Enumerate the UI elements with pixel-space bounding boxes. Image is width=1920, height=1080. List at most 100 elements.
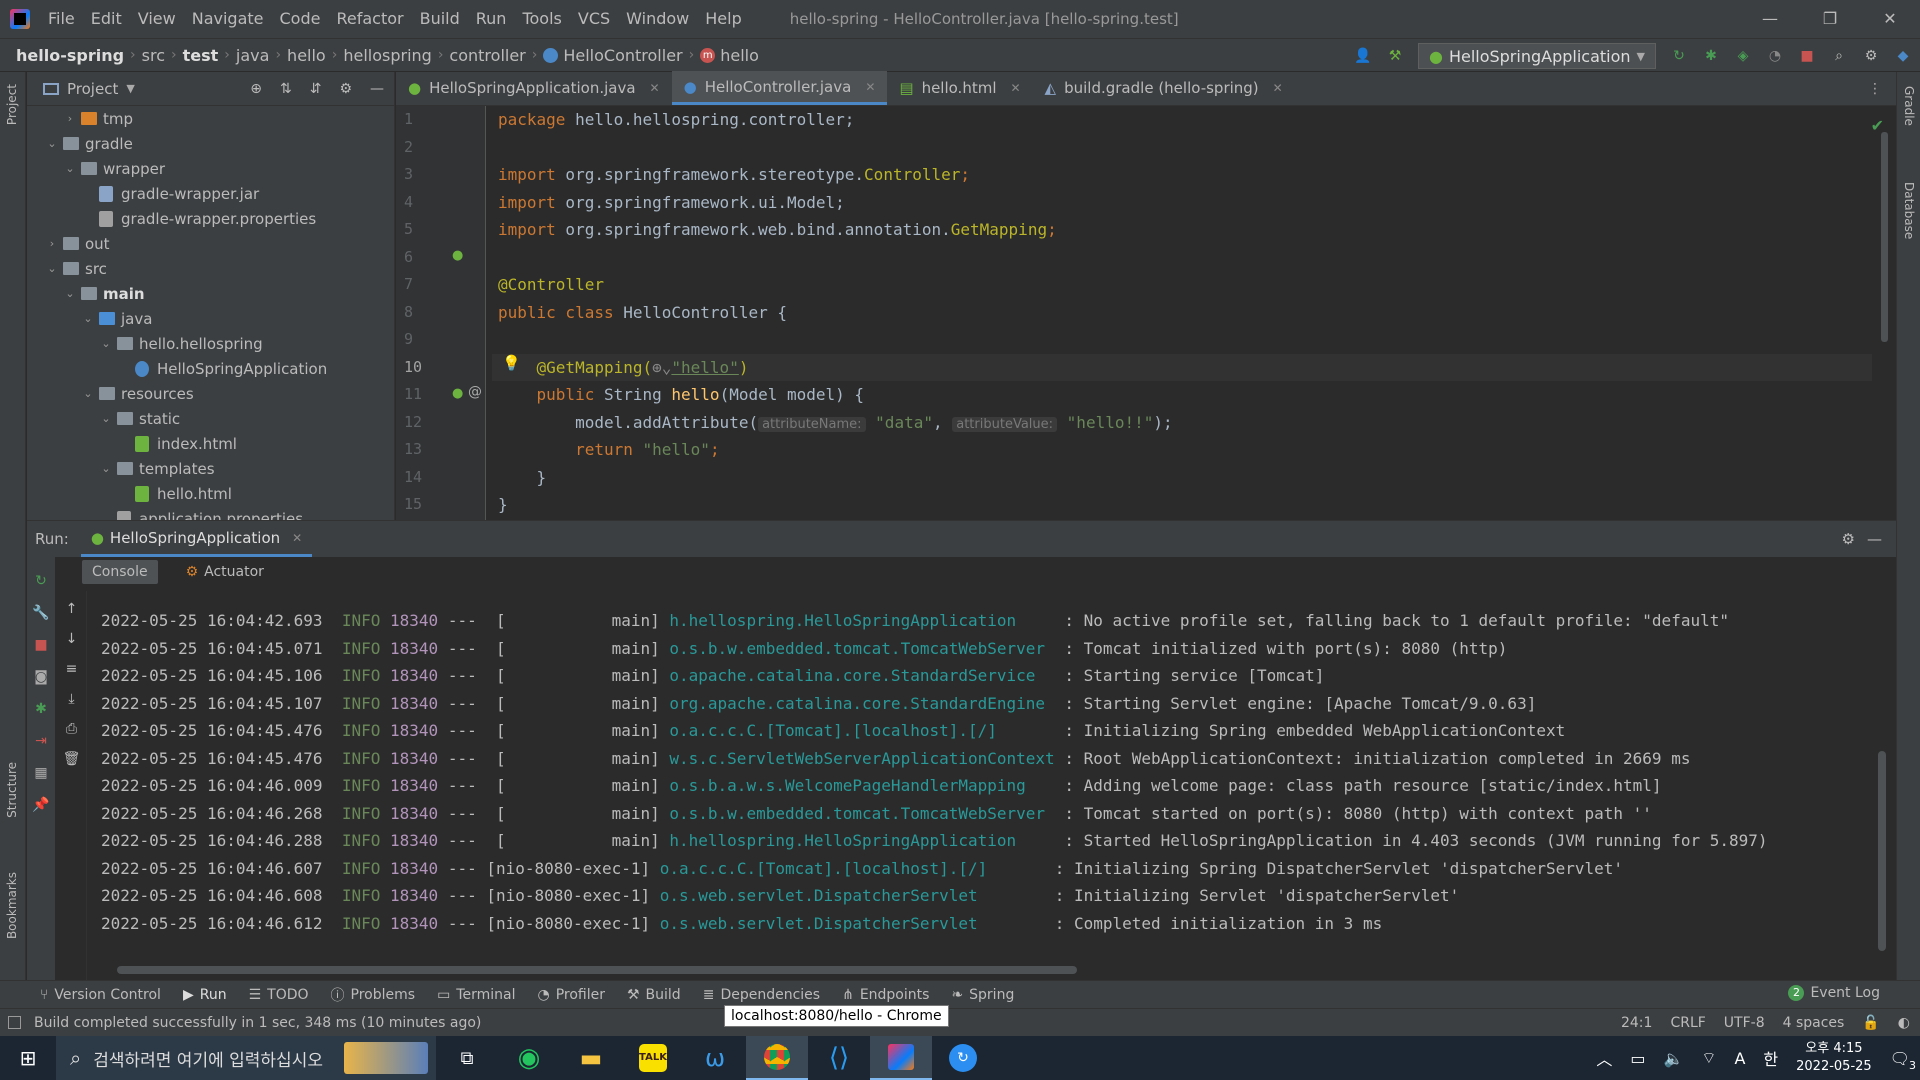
collapse-all-icon[interactable]: ⇵ [310, 81, 322, 97]
chevron-down-icon[interactable]: ⌄ [59, 287, 81, 300]
stop-icon[interactable]: ■ [34, 637, 47, 653]
tree-item[interactable]: › tmp [27, 106, 394, 131]
gear-icon[interactable]: ⚙ [1842, 530, 1855, 548]
tool-tab-profiler[interactable]: ◔ Profiler [537, 987, 605, 1003]
menu-edit[interactable]: Edit [83, 0, 130, 38]
tool-tab-terminal[interactable]: ▭ Terminal [437, 987, 515, 1003]
tree-item[interactable]: hello.html [27, 481, 394, 506]
log-logger[interactable]: o.s.b.a.w.s.WelcomePageHandlerMapping [669, 776, 1054, 795]
tool-tab-version-control[interactable]: ⑂ Version Control [40, 987, 161, 1003]
menu-code[interactable]: Code [272, 0, 329, 38]
log-logger[interactable]: o.s.b.w.embedded.tomcat.TomcatWebServer [669, 804, 1054, 823]
taskbar-vscode[interactable]: ⟨⟩ [808, 1036, 870, 1080]
tree-item[interactable]: ⌄ hello.hellospring [27, 331, 394, 356]
log-logger[interactable]: org.apache.catalina.core.StandardEngine [669, 694, 1054, 713]
log-logger[interactable]: w.s.c.ServletWebServerApplicationContext [669, 749, 1054, 768]
tree-item[interactable]: gradle-wrapper.jar [27, 181, 394, 206]
tree-item[interactable]: ⌄ java [27, 306, 394, 331]
menu-help[interactable]: Help [697, 0, 749, 38]
arrow-down-icon[interactable]: ↓ [66, 631, 78, 647]
run-tab-hellospringapplication[interactable]: ● HelloSpringApplication ✕ [80, 521, 313, 557]
chevron-down-icon[interactable]: ⌄ [95, 337, 117, 350]
profile-icon[interactable]: ◔ [1766, 47, 1784, 65]
side-tab-structure[interactable]: Structure [5, 762, 19, 818]
spring-mapping-gutter-icon[interactable]: ● [452, 386, 463, 401]
line-separator[interactable]: CRLF [1670, 1015, 1705, 1031]
memory-indicator-icon[interactable]: ◐ [1898, 1015, 1910, 1031]
taskbar-search-box[interactable]: ⌕ 검색하려면 여기에 입력하십시오 [56, 1036, 436, 1080]
user-icon[interactable]: 👤 [1354, 47, 1372, 65]
gear-icon[interactable]: ⚙ [339, 81, 352, 97]
search-icon[interactable]: ⌕ [1830, 47, 1848, 65]
taskbar-app-blue[interactable]: ↻ [932, 1036, 994, 1080]
rerun-icon[interactable]: ↻ [1670, 47, 1688, 65]
chevron-down-icon[interactable]: ⌄ [95, 462, 117, 475]
chevron-down-icon[interactable]: ⌄ [59, 162, 81, 175]
log-logger[interactable]: o.s.b.w.embedded.tomcat.TomcatWebServer [669, 639, 1054, 658]
menu-window[interactable]: Window [618, 0, 697, 38]
breadcrumb-hello[interactable]: hello [283, 46, 330, 65]
expand-all-icon[interactable]: ⇅ [280, 81, 292, 97]
chevron-up-icon[interactable]: ︿ [1596, 1046, 1612, 1070]
menu-run[interactable]: Run [468, 0, 515, 38]
breadcrumb-project[interactable]: hello-spring [12, 46, 128, 65]
arrow-up-icon[interactable]: ↑ [66, 601, 78, 617]
close-tab-icon[interactable]: ✕ [1273, 81, 1283, 95]
tree-item[interactable]: ⌄ resources [27, 381, 394, 406]
menu-build[interactable]: Build [412, 0, 468, 38]
tree-item[interactable]: index.html [27, 431, 394, 456]
chevron-down-icon[interactable]: ⌄ [41, 262, 63, 275]
chevron-down-icon[interactable]: ⌄ [41, 137, 63, 150]
chevron-right-icon[interactable]: › [41, 237, 63, 250]
tab-hello-html[interactable]: ▤ hello.html ✕ [887, 71, 1032, 105]
status-square-icon[interactable] [8, 1016, 21, 1029]
breadcrumb-test[interactable]: test [179, 46, 223, 65]
log-logger[interactable]: o.s.web.servlet.DispatcherServlet [660, 914, 1045, 933]
debug-icon[interactable]: ✱ [1702, 47, 1720, 65]
restore-icon[interactable]: ❐ [1800, 0, 1860, 38]
taskbar-chrome[interactable] [746, 1036, 808, 1080]
close-tab-icon[interactable]: ✕ [1010, 81, 1020, 95]
coverage-icon[interactable]: ◈ [1734, 47, 1752, 65]
close-tab-icon[interactable]: ✕ [865, 80, 875, 94]
camera-icon[interactable]: ◙ [34, 669, 48, 685]
side-tab-gradle[interactable]: Gradle [1902, 86, 1916, 126]
tree-item[interactable]: › out [27, 231, 394, 256]
chevron-down-icon[interactable]: ▼ [126, 82, 134, 95]
menu-tools[interactable]: Tools [514, 0, 569, 38]
menu-file[interactable]: File [40, 0, 83, 38]
indent-setting[interactable]: 4 spaces [1783, 1015, 1845, 1031]
more-tabs-icon[interactable]: ⋮ [1854, 81, 1896, 105]
debug-icon[interactable]: ✱ [35, 701, 47, 717]
menu-vcs[interactable]: VCS [570, 0, 618, 38]
log-logger[interactable]: o.a.c.c.C.[Tomcat].[localhost].[/] [669, 721, 1054, 740]
taskbar-file-explorer[interactable]: ▬ [560, 1036, 622, 1080]
close-tab-icon[interactable]: ✕ [650, 81, 660, 95]
breadcrumb-controller[interactable]: controller [445, 46, 529, 65]
console-vertical-scrollbar[interactable] [1878, 751, 1886, 951]
tab-actuator[interactable]: ⚙ Actuator [176, 560, 274, 584]
log-logger[interactable]: h.hellospring.HelloSpringApplication [669, 831, 1054, 850]
locate-icon[interactable]: ⊕ [250, 81, 262, 97]
breadcrumb-src[interactable]: src [138, 46, 169, 65]
project-panel-title[interactable]: Project [67, 80, 118, 98]
taskbar-intellij[interactable] [870, 1036, 932, 1080]
breadcrumb-hellospring[interactable]: hellospring [339, 46, 435, 65]
tree-item[interactable]: ⌄ wrapper [27, 156, 394, 181]
task-view-button[interactable]: ⧉ [436, 1036, 498, 1080]
menu-navigate[interactable]: Navigate [184, 0, 272, 38]
lock-icon[interactable]: 🔓 [1862, 1015, 1879, 1031]
tree-item[interactable]: HelloSpringApplication [27, 356, 394, 381]
taskbar-app-green[interactable]: ◉ [498, 1036, 560, 1080]
side-tab-database[interactable]: Database [1902, 182, 1916, 239]
tree-item[interactable]: ⌄ gradle [27, 131, 394, 156]
spring-bean-gutter-icon[interactable]: ● [452, 248, 463, 263]
chevron-down-icon[interactable]: ⌄ [77, 312, 99, 325]
rerun-icon[interactable]: ↻ [35, 573, 47, 589]
chevron-down-icon[interactable]: ⌄ [77, 387, 99, 400]
stop-icon[interactable]: ■ [1798, 47, 1816, 65]
close-tab-icon[interactable]: ✕ [292, 531, 302, 545]
chevron-down-icon[interactable]: ⌄ [95, 412, 117, 425]
run-configuration-select[interactable]: ● HelloSpringApplication ▼ [1417, 43, 1656, 69]
side-tab-project[interactable]: Project [5, 84, 19, 125]
